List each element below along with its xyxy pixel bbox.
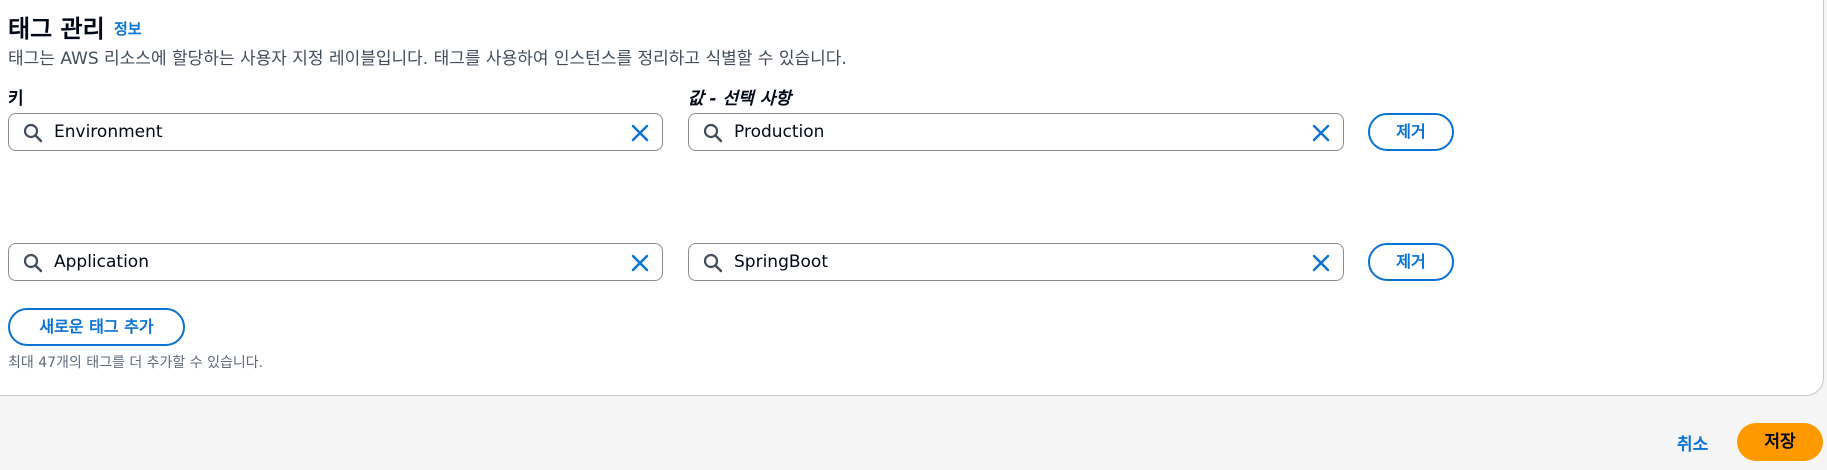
save-button[interactable]: 저장 <box>1737 423 1823 461</box>
search-icon <box>23 123 43 143</box>
search-icon <box>703 253 723 273</box>
tag-value-input[interactable]: Production <box>688 113 1344 151</box>
tag-key-input[interactable]: Application <box>8 243 663 281</box>
tag-key-input[interactable]: Environment <box>8 113 663 151</box>
section-title: 태그 관리 <box>8 15 105 43</box>
remove-tag-button[interactable]: 제거 <box>1368 243 1454 281</box>
search-icon <box>703 123 723 143</box>
tag-value-value: SpringBoot <box>734 252 828 272</box>
remove-tag-button[interactable]: 제거 <box>1368 113 1454 151</box>
add-new-tag-button[interactable]: 새로운 태그 추가 <box>8 308 185 346</box>
cancel-button[interactable]: 취소 <box>1677 430 1708 455</box>
clear-icon[interactable] <box>1311 253 1331 273</box>
tag-limit-hint: 최대 47개의 태그를 더 추가할 수 있습니다. <box>8 355 264 371</box>
tag-key-value: Environment <box>54 122 163 142</box>
tag-value-value: Production <box>734 122 825 142</box>
info-link[interactable]: 정보 <box>114 18 142 39</box>
key-column-label: 키 <box>8 89 24 109</box>
clear-icon[interactable] <box>630 123 650 143</box>
tag-key-value: Application <box>54 252 149 272</box>
search-icon <box>23 253 43 273</box>
tag-value-input[interactable]: SpringBoot <box>688 243 1344 281</box>
value-column-label: 값 - 선택 사항 <box>688 89 792 109</box>
clear-icon[interactable] <box>630 253 650 273</box>
tag-management-panel: 태그 관리 정보 태그는 AWS 리소스에 할당하는 사용자 지정 레이블입니다… <box>0 0 1824 396</box>
section-description: 태그는 AWS 리소스에 할당하는 사용자 지정 레이블입니다. 태그를 사용하… <box>8 49 847 69</box>
clear-icon[interactable] <box>1311 123 1331 143</box>
